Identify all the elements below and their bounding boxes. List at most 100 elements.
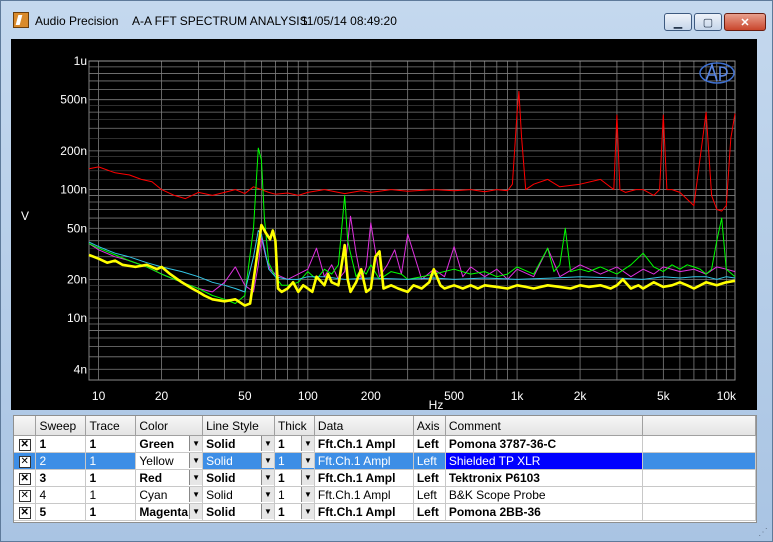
line-style-value: Solid	[206, 488, 233, 502]
thick-dropdown[interactable]: 1 ▼	[274, 503, 315, 521]
table-row[interactable]: ✕ 5 1 Magenta ▼ Solid ▼ 1 ▼ Fft.Ch.1 Ampl Left Pomo…	[14, 503, 756, 521]
table-header-row: Sweep Trace Color Line Style Thick Data …	[14, 416, 756, 436]
thick-dropdown[interactable]: 1 ▼	[274, 452, 315, 470]
line-style-dropdown[interactable]: Solid ▼	[202, 435, 275, 453]
dropdown-arrow-icon[interactable]: ▼	[300, 453, 314, 468]
dropdown-arrow-icon[interactable]: ▼	[189, 436, 202, 451]
line-style-dropdown[interactable]: Solid ▼	[202, 452, 275, 470]
fft-spectrum-chart[interactable]: 10 20 50 100 200 500 1k 2k 5k 10k 1u 500n 200n 100n 50…	[11, 39, 757, 410]
line-style-dropdown[interactable]: Solid ▼	[202, 486, 275, 504]
thick-value: 1	[277, 454, 285, 468]
axis-cell[interactable]: Left	[413, 486, 446, 504]
sweep-cell[interactable]: 3	[35, 469, 87, 487]
chart-svg: 10 20 50 100 200 500 1k 2k 5k 10k 1u 500n 200n 100n 50…	[21, 54, 737, 410]
y-tick-label: 4n	[74, 362, 87, 376]
axis-cell[interactable]: Left	[413, 435, 446, 453]
dropdown-arrow-icon[interactable]: ▼	[260, 470, 274, 485]
color-dropdown[interactable]: Yellow ▼	[135, 452, 204, 470]
window-datetime: 11/05/14 08:49:20	[301, 14, 397, 28]
header-sweep[interactable]: Sweep	[35, 416, 87, 436]
resize-grip-icon[interactable]: ⋰	[758, 527, 770, 539]
line-style-value: Solid	[206, 505, 236, 519]
y-tick-label: 10n	[67, 311, 87, 325]
color-value: Cyan	[139, 488, 168, 502]
dropdown-arrow-icon[interactable]: ▼	[260, 453, 274, 468]
color-dropdown[interactable]: Magenta ▼	[135, 503, 204, 521]
sweep-cell[interactable]: 2	[35, 452, 87, 470]
row-checkbox[interactable]: ✕	[14, 435, 37, 453]
dropdown-arrow-icon[interactable]: ▼	[300, 470, 314, 485]
header-trace[interactable]: Trace	[85, 416, 137, 436]
line-style-value: Solid	[206, 437, 236, 451]
trace-cell[interactable]: 1	[85, 469, 137, 487]
dropdown-arrow-icon[interactable]: ▼	[300, 436, 314, 451]
thick-value: 1	[277, 437, 285, 451]
dropdown-arrow-icon[interactable]: ▼	[189, 487, 202, 502]
color-dropdown[interactable]: Green ▼	[135, 435, 204, 453]
dropdown-arrow-icon[interactable]: ▼	[189, 470, 202, 485]
sweep-cell[interactable]: 5	[35, 503, 87, 521]
filler-cell	[642, 469, 756, 487]
row-checkbox[interactable]: ✕	[14, 486, 37, 504]
trace-cell[interactable]: 1	[85, 503, 137, 521]
dropdown-arrow-icon[interactable]: ▼	[260, 504, 274, 519]
comment-cell[interactable]: Shielded TP XLR	[445, 452, 644, 470]
table-row[interactable]: ✕ 4 1 Cyan ▼ Solid ▼ 1 ▼ Fft.Ch.1 Ampl Left B&K Sco…	[14, 486, 756, 504]
comment-cell[interactable]: Pomona 2BB-36	[445, 503, 644, 521]
header-line-style[interactable]: Line Style	[202, 416, 275, 436]
close-button[interactable]: ✕	[724, 13, 766, 31]
data-cell[interactable]: Fft.Ch.1 Ampl	[314, 435, 414, 453]
axis-cell[interactable]: Left	[413, 452, 446, 470]
line-style-dropdown[interactable]: Solid ▼	[202, 503, 275, 521]
header-axis[interactable]: Axis	[413, 416, 446, 436]
x-tick-label: 5k	[657, 389, 671, 403]
data-cell[interactable]: Fft.Ch.1 Ampl	[314, 452, 414, 470]
dropdown-arrow-icon[interactable]: ▼	[300, 504, 314, 519]
thick-dropdown[interactable]: 1 ▼	[274, 486, 315, 504]
comment-cell[interactable]: Tektronix P6103	[445, 469, 644, 487]
y-tick-label: 200n	[60, 144, 87, 158]
table-row[interactable]: ✕ 1 1 Green ▼ Solid ▼ 1 ▼ Fft.Ch.1 Ampl Left Pomona…	[14, 435, 756, 453]
y-tick-label: 100n	[60, 183, 87, 197]
dropdown-arrow-icon[interactable]: ▼	[300, 487, 314, 502]
header-thick[interactable]: Thick	[274, 416, 315, 436]
trace-cell[interactable]: 1	[85, 486, 137, 504]
color-dropdown[interactable]: Red ▼	[135, 469, 204, 487]
comment-cell[interactable]: B&K Scope Probe	[445, 486, 644, 504]
dropdown-arrow-icon[interactable]: ▼	[189, 504, 202, 519]
sweep-cell[interactable]: 1	[35, 435, 87, 453]
maximize-icon: ▢	[702, 16, 714, 29]
row-checkbox[interactable]: ✕	[14, 452, 37, 470]
row-checkbox[interactable]: ✕	[14, 503, 37, 521]
sweep-cell[interactable]: 4	[35, 486, 87, 504]
header-comment[interactable]: Comment	[445, 416, 644, 436]
line-style-dropdown[interactable]: Solid ▼	[202, 469, 275, 487]
dropdown-arrow-icon[interactable]: ▼	[260, 487, 274, 502]
minimize-button[interactable]: ▁	[664, 13, 692, 31]
dropdown-arrow-icon[interactable]: ▼	[260, 436, 274, 451]
axis-cell[interactable]: Left	[413, 503, 446, 521]
row-checkbox[interactable]: ✕	[14, 469, 37, 487]
table-row[interactable]: ✕ 3 1 Red ▼ Solid ▼ 1 ▼ Fft.Ch.1 Ampl Left Tektroni…	[14, 469, 756, 487]
trace-cell[interactable]: 1	[85, 435, 137, 453]
x-tick-label: 10	[92, 389, 106, 403]
trace-cell[interactable]: 1	[85, 452, 137, 470]
trace-table[interactable]: Sweep Trace Color Line Style Thick Data …	[13, 415, 757, 523]
thick-dropdown[interactable]: 1 ▼	[274, 435, 315, 453]
thick-dropdown[interactable]: 1 ▼	[274, 469, 315, 487]
axis-cell[interactable]: Left	[413, 469, 446, 487]
comment-cell[interactable]: Pomona 3787-36-C	[445, 435, 644, 453]
maximize-button[interactable]: ▢	[694, 13, 722, 31]
header-color[interactable]: Color	[135, 416, 204, 436]
dropdown-arrow-icon[interactable]: ▼	[189, 453, 202, 468]
table-row[interactable]: ✕ 2 1 Yellow ▼ Solid ▼ 1 ▼ Fft.Ch.1 Ampl Left Shiel…	[14, 452, 756, 470]
data-cell[interactable]: Fft.Ch.1 Ampl	[314, 503, 414, 521]
data-cell[interactable]: Fft.Ch.1 Ampl	[314, 486, 414, 504]
thick-value: 1	[277, 471, 285, 485]
color-value: Red	[139, 471, 163, 485]
color-dropdown[interactable]: Cyan ▼	[135, 486, 204, 504]
header-data[interactable]: Data	[314, 416, 414, 436]
data-cell[interactable]: Fft.Ch.1 Ampl	[314, 469, 414, 487]
app-logo-icon[interactable]	[13, 12, 29, 28]
title-bar[interactable]: Audio Precision A-A FFT SPECTRUM ANALYSI…	[1, 1, 772, 31]
